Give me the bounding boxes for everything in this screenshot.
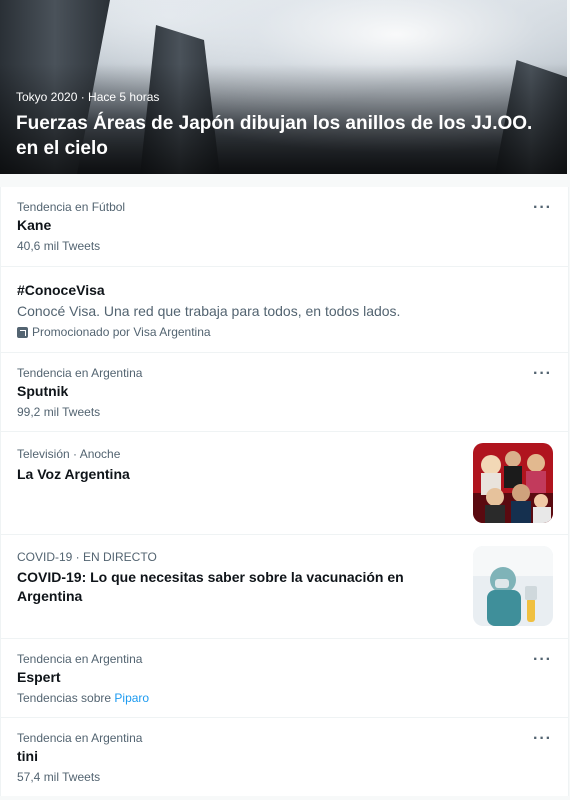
promo-description: Conocé Visa. Una red que trabaja para to… [17,303,401,319]
related-prefix: Tendencias sobre [17,691,112,705]
promoted-icon [17,326,28,338]
hero-story[interactable]: Tokyo 2020 · Hace 5 horas Fuerzas Áreas … [0,0,567,174]
news-item-la-voz[interactable]: Televisión · Anoche La Voz Argentina [1,431,568,534]
trend-context: Tendencia en Fútbol [17,200,126,214]
more-options-icon[interactable]: ··· [533,651,552,669]
trend-item-kane[interactable]: Tendencia en Fútbol Kane 40,6 mil Tweets… [1,187,568,266]
news-context: Televisión · Anoche [17,447,121,461]
news-title: COVID-19: Lo que necesitas saber sobre l… [17,569,404,604]
news-item-covid[interactable]: COVID-19 · EN DIRECTO COVID-19: Lo que n… [1,534,568,638]
trend-count: 57,4 mil Tweets [17,770,101,784]
trend-title: tini [17,748,38,764]
promoted-by: Promocionado por Visa Argentina [17,324,211,340]
trend-title: Sputnik [17,383,69,399]
trends-list: Tendencia en Fútbol Kane 40,6 mil Tweets… [0,187,569,796]
trend-title: #ConoceVisa [17,282,105,298]
trend-context: Tendencia en Argentina [17,652,143,666]
trend-related: Tendencias sobre Piparo [17,690,149,706]
more-options-icon[interactable]: ··· [533,199,552,217]
trend-item-tini[interactable]: Tendencia en Argentina tini 57,4 mil Twe… [1,717,568,796]
related-link[interactable]: Piparo [114,691,149,705]
promoted-label: Promocionado por Visa Argentina [32,325,211,339]
trend-item-espert[interactable]: Tendencia en Argentina Espert Tendencias… [1,638,568,717]
trend-title: Kane [17,217,52,233]
trend-count: 40,6 mil Tweets [17,239,101,253]
news-title: La Voz Argentina [17,466,130,482]
trend-item-sputnik[interactable]: Tendencia en Argentina Sputnik 99,2 mil … [1,352,568,431]
news-thumbnail [473,443,553,523]
news-context: COVID-19 · EN DIRECTO [17,550,157,564]
trend-context: Tendencia en Argentina [17,731,143,745]
hero-title[interactable]: Fuerzas Áreas de Japón dibujan los anill… [16,111,551,161]
trend-count: 99,2 mil Tweets [17,405,101,419]
more-options-icon[interactable]: ··· [533,365,552,383]
hero-meta: Tokyo 2020 · Hace 5 horas [16,90,160,104]
trend-context: Tendencia en Argentina [17,366,143,380]
trend-title: Espert [17,669,61,685]
news-thumbnail [473,546,553,626]
promoted-trend-conocevisa[interactable]: #ConoceVisa Conocé Visa. Una red que tra… [1,266,568,352]
more-options-icon[interactable]: ··· [533,730,552,748]
